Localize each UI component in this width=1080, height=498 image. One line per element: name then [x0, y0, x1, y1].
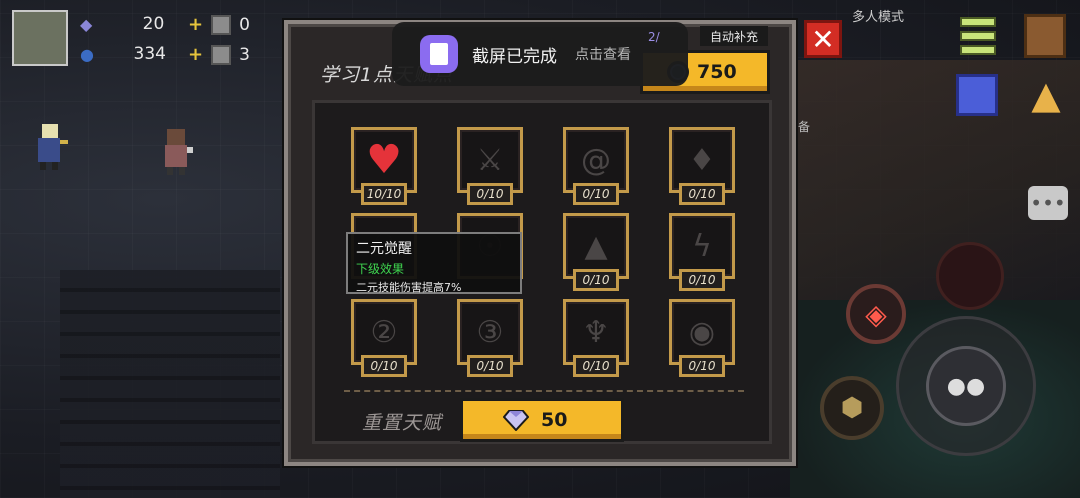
- gem-mini-counter: 2/: [648, 30, 660, 44]
- player-avatar[interactable]: [12, 10, 68, 66]
- talent-slot[interactable]: ♆ 0/10: [563, 299, 629, 379]
- joystick-knob-icon[interactable]: ●●: [926, 346, 1006, 426]
- screenshot-icon: [420, 35, 458, 73]
- auto-supply-label[interactable]: 自动补充: [700, 26, 768, 46]
- tooltip-subtitle: 下级效果: [356, 262, 405, 276]
- weapon-switch-button[interactable]: ⬢: [820, 376, 884, 440]
- coin-count: 334: [133, 44, 166, 64]
- talent-slot[interactable]: ϟ 0/10: [669, 213, 735, 293]
- material-count-2: 3: [239, 44, 250, 65]
- toast-title: 截屏已完成: [472, 46, 557, 67]
- attack-joystick[interactable]: ●●: [896, 316, 1036, 456]
- material-counter-1: + 0: [188, 14, 250, 35]
- dungeon-stairs: [60, 270, 280, 498]
- gem-icon: [503, 410, 529, 431]
- material-icon: [211, 44, 232, 65]
- pyramid-icon[interactable]: ▲: [1024, 73, 1068, 117]
- reset-label: 重置天赋: [362, 412, 443, 434]
- talent-level: 10/10: [361, 183, 407, 205]
- talent-slot[interactable]: ♥ 10/10: [351, 127, 417, 207]
- plus-icon[interactable]: +: [188, 14, 203, 35]
- talent-level: 0/10: [679, 183, 725, 205]
- talent-level: 0/10: [361, 355, 407, 377]
- gem-counter: ◆ 20: [80, 14, 164, 34]
- equip-label: 备: [798, 120, 811, 134]
- reset-talent-button[interactable]: 50: [460, 398, 624, 442]
- multiplayer-label: 多人模式: [852, 10, 905, 25]
- close-icon[interactable]: ✕: [804, 20, 842, 58]
- player-character: [38, 124, 68, 170]
- tooltip-description: 二元技能伤害提高7%: [356, 281, 462, 294]
- talent-slot[interactable]: ♦ 0/10: [669, 127, 735, 207]
- chat-icon[interactable]: •••: [1028, 186, 1068, 220]
- coin-counter: ● 334: [80, 44, 166, 64]
- divider: [344, 390, 744, 392]
- talent-level: 0/10: [679, 269, 725, 291]
- talent-slot[interactable]: ⚔ 0/10: [457, 127, 523, 207]
- talent-slot[interactable]: ② 0/10: [351, 299, 417, 379]
- gift-icon[interactable]: [956, 74, 998, 116]
- toast-view-link[interactable]: 点击查看: [575, 44, 631, 64]
- talent-slot[interactable]: ③ 0/10: [457, 299, 523, 379]
- skill-button[interactable]: ◈: [846, 284, 906, 344]
- gem-count: 20: [142, 14, 165, 34]
- menu-icon[interactable]: [958, 14, 998, 58]
- talent-level: 0/10: [573, 269, 619, 291]
- reset-cost: 50: [541, 409, 568, 431]
- action-button[interactable]: [936, 242, 1004, 310]
- gem-icon: ◆: [80, 14, 93, 34]
- talent-level: 0/10: [467, 183, 513, 205]
- tooltip-title: 二元觉醒: [356, 241, 412, 257]
- backpack-icon[interactable]: [1024, 14, 1066, 58]
- plus-icon[interactable]: +: [188, 44, 203, 65]
- talent-slot[interactable]: ▲ 0/10: [563, 213, 629, 293]
- talent-level: 0/10: [573, 355, 619, 377]
- talent-slot[interactable]: ◉ 0/10: [669, 299, 735, 379]
- talent-tooltip: 二元觉醒 下级效果 二元技能伤害提高7%: [346, 232, 522, 294]
- material-count-1: 0: [239, 14, 250, 35]
- material-icon: [211, 14, 232, 35]
- talent-level: 0/10: [467, 355, 513, 377]
- talent-slot[interactable]: @ 0/10: [563, 127, 629, 207]
- pet-character: [165, 129, 193, 175]
- screenshot-toast[interactable]: 截屏已完成 点击查看: [392, 22, 688, 86]
- coin-icon: ●: [80, 44, 94, 64]
- talent-level: 0/10: [679, 355, 725, 377]
- learn-cost: 750: [697, 61, 737, 83]
- talent-level: 0/10: [573, 183, 619, 205]
- material-counter-2: + 3: [188, 44, 250, 65]
